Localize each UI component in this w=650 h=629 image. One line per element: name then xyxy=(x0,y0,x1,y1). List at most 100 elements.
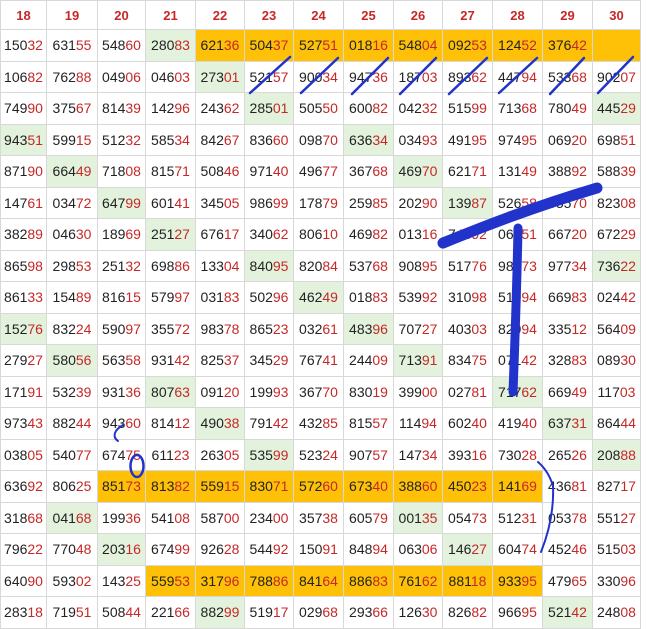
number-cell: 87190 xyxy=(0,155,47,188)
number-cell: 31868 xyxy=(0,501,47,534)
number-cell: 94360 xyxy=(97,407,146,440)
number-cell: 69886 xyxy=(145,249,196,282)
number-cell: 03493 xyxy=(393,123,443,156)
number-cell: 86523 xyxy=(244,312,294,345)
number-cell: 23400 xyxy=(244,501,294,534)
number-cell: 54804 xyxy=(393,29,443,62)
column-header: 22 xyxy=(195,0,245,30)
number-cell: 47965 xyxy=(542,564,593,597)
number-cell: 24808 xyxy=(592,596,641,629)
number-cell: 14627 xyxy=(442,533,493,566)
number-cell: 06651 xyxy=(492,218,543,251)
number-cell: 90895 xyxy=(393,249,443,282)
number-cell: 52324 xyxy=(293,438,344,471)
number-cell: 38289 xyxy=(0,218,47,251)
number-cell: 14325 xyxy=(97,564,146,597)
number-cell: 51994 xyxy=(492,281,543,314)
table-row: 31868 04168 19936 54108 58700 23400 35738 60579… xyxy=(0,501,641,534)
number-cell: 82308 xyxy=(592,186,641,219)
number-cell: 51917 xyxy=(244,596,294,629)
number-cell: 20290 xyxy=(393,186,443,219)
number-cell: 98378 xyxy=(195,312,245,345)
number-cell: 81557 xyxy=(343,407,394,440)
number-cell: 00135 xyxy=(393,501,443,534)
number-cell: 19936 xyxy=(97,501,146,534)
number-cell: 85173 xyxy=(97,470,146,503)
number-cell: 38892 xyxy=(542,155,593,188)
number-cell: 50296 xyxy=(244,281,294,314)
number-cell: 58700 xyxy=(195,501,245,534)
number-cell: 15489 xyxy=(46,281,98,314)
number-cell: 60082 xyxy=(343,92,394,125)
number-cell: 36770 xyxy=(293,375,344,408)
number-cell: 03183 xyxy=(195,281,245,314)
column-header: 29 xyxy=(542,0,593,30)
number-cell: 74990 xyxy=(0,92,47,125)
number-cell: 93142 xyxy=(145,344,196,377)
number-cell: 01883 xyxy=(343,281,394,314)
number-cell: 51231 xyxy=(492,501,543,534)
table-row: 28318 71951 50844 22166 88299 51917 02968 29366… xyxy=(0,596,641,629)
number-cell: 04603 xyxy=(145,60,196,93)
number-cell: 40303 xyxy=(442,312,493,345)
number-cell: 45246 xyxy=(542,533,593,566)
table-row: 79622 77048 20316 67499 92628 54492 15091 84894… xyxy=(0,533,641,566)
number-cell: 34062 xyxy=(244,218,294,251)
number-cell: 09253 xyxy=(442,29,493,62)
number-cell: 35572 xyxy=(145,312,196,345)
number-cell: 13304 xyxy=(195,249,245,282)
number-cell: 33512 xyxy=(542,312,593,345)
number-cell: 66720 xyxy=(542,218,593,251)
number-cell: 25132 xyxy=(97,249,146,282)
number-cell: 53239 xyxy=(46,375,98,408)
number-cell: 76288 xyxy=(46,60,98,93)
number-cell: 49195 xyxy=(442,123,493,156)
number-cell: 64799 xyxy=(97,186,146,219)
number-cell: 05378 xyxy=(542,501,593,534)
number-cell: 77048 xyxy=(46,533,98,566)
number-cell: 29366 xyxy=(343,596,394,629)
number-cell: 55915 xyxy=(195,470,245,503)
number-cell: 09870 xyxy=(293,123,344,156)
number-cell: 02442 xyxy=(592,281,641,314)
number-cell: 10682 xyxy=(0,60,47,93)
number-cell: 33096 xyxy=(592,564,641,597)
table-row: 10682 76288 04906 04603 27301 52157 90034 94736… xyxy=(0,60,641,93)
number-cell: 09120 xyxy=(195,375,245,408)
number-cell: 14734 xyxy=(393,438,443,471)
number-cell: 54108 xyxy=(145,501,196,534)
number-cell: 28318 xyxy=(0,596,47,629)
number-cell: 53992 xyxy=(393,281,443,314)
number-cell: 52751 xyxy=(293,29,344,62)
number-cell: 34529 xyxy=(244,344,294,377)
number-cell: 12630 xyxy=(393,596,443,629)
number-cell: 86133 xyxy=(0,281,47,314)
number-cell: 62171 xyxy=(442,155,493,188)
number-cell: 83224 xyxy=(46,312,98,345)
column-header: 30 xyxy=(592,0,641,30)
number-cell: 14761 xyxy=(0,186,47,219)
number-cell: 19993 xyxy=(244,375,294,408)
number-cell: 54492 xyxy=(244,533,294,566)
number-cell: 71762 xyxy=(492,375,543,408)
column-header: 18 xyxy=(0,0,47,30)
number-cell: 48396 xyxy=(343,312,394,345)
number-cell: 06920 xyxy=(542,123,593,156)
number-cell: 43681 xyxy=(542,470,593,503)
number-grid: 18 19 20 21 22 23 24 25 26 27 28 29 30 15032 63155 548… xyxy=(0,0,641,629)
number-cell: 61123 xyxy=(145,438,196,471)
number-cell: 39900 xyxy=(393,375,443,408)
number-cell: 49038 xyxy=(195,407,245,440)
number-cell: 96695 xyxy=(492,596,543,629)
number-cell: 88683 xyxy=(343,564,394,597)
number-cell: 84894 xyxy=(343,533,394,566)
number-cell: 50550 xyxy=(293,92,344,125)
number-cell: 07142 xyxy=(492,344,543,377)
table-row: 64090 59302 14325 55953 31796 78886 84164 88683… xyxy=(0,564,641,597)
number-cell: 82537 xyxy=(195,344,245,377)
table-row: 03805 54077 67475 61123 26305 53599 52324 90757… xyxy=(0,438,641,471)
number-cell: 26305 xyxy=(195,438,245,471)
number-cell: 81615 xyxy=(97,281,146,314)
number-cell: 05473 xyxy=(442,501,493,534)
table-row: 94351 59915 51232 58534 84267 83660 09870 63634… xyxy=(0,123,641,156)
